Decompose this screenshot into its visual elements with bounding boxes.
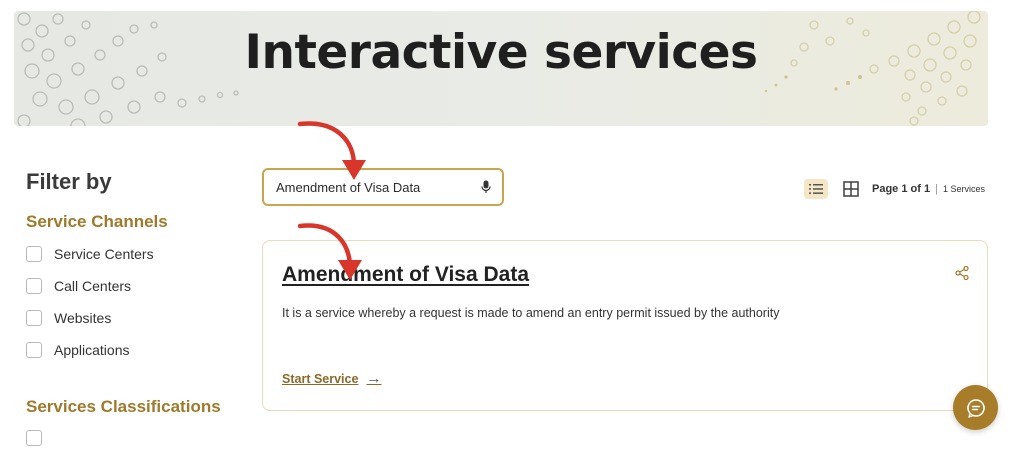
filter-option-classification-partial[interactable] (26, 430, 42, 446)
checkbox[interactable] (26, 310, 42, 326)
filter-title: Filter by (26, 169, 112, 194)
search-box[interactable] (262, 168, 504, 206)
share-icon[interactable] (955, 265, 969, 281)
grid-view-icon[interactable] (843, 181, 859, 197)
start-service-link[interactable]: Start Service → (282, 370, 381, 387)
checkbox-label: Applications (54, 342, 130, 358)
service-title-link[interactable]: Amendment of Visa Data (282, 263, 529, 287)
page-title: Interactive services (244, 25, 759, 80)
filter-option-applications[interactable]: Applications (26, 342, 130, 358)
checkbox[interactable] (26, 246, 42, 262)
start-service-label: Start Service (282, 371, 359, 386)
checkbox[interactable] (26, 342, 42, 358)
page-banner: Interactive services (14, 11, 988, 126)
service-card: Amendment of Visa Data It is a service w… (262, 240, 988, 411)
chat-icon (966, 398, 985, 418)
arrow-right-icon: → (366, 370, 382, 387)
services-count: 1 Services (942, 184, 985, 194)
filter-option-call-centers[interactable]: Call Centers (26, 278, 131, 294)
checkbox-label: Call Centers (54, 278, 132, 294)
checkbox-label: Service Centers (54, 246, 154, 262)
checkbox-label: Websites (54, 310, 112, 326)
annotation-arrow-search (297, 121, 357, 171)
search-input[interactable] (276, 179, 478, 195)
chat-button[interactable] (953, 385, 998, 430)
mic-icon[interactable] (478, 179, 494, 195)
service-description: It is a service whereby a request is mad… (282, 306, 780, 320)
checkbox[interactable] (26, 278, 42, 294)
filter-option-websites[interactable]: Websites (26, 310, 111, 326)
checkbox[interactable] (26, 430, 42, 446)
service-channels-heading: Service Channels (26, 212, 168, 231)
pager-separator: | (935, 183, 938, 195)
pagination-info: Page 1 of 1 | 1 Services (872, 183, 985, 195)
list-view-icon[interactable] (804, 179, 828, 199)
page-label: Page 1 of 1 (872, 183, 931, 195)
services-classifications-heading: Services Classifications (26, 397, 221, 416)
filter-option-service-centers[interactable]: Service Centers (26, 246, 154, 262)
